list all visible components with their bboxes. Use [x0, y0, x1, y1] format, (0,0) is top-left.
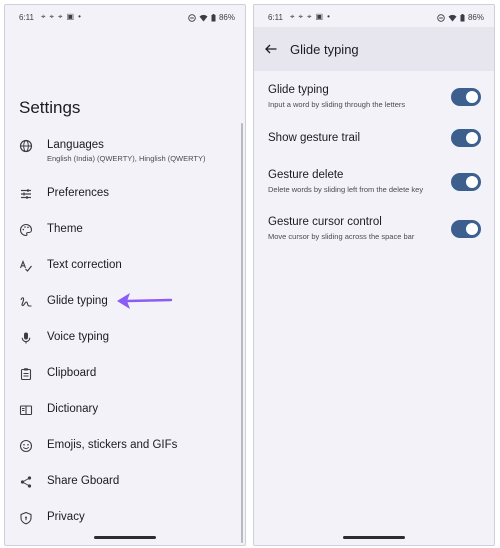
menu-item-theme[interactable]: Theme	[5, 215, 245, 245]
palette-icon	[19, 223, 33, 237]
notification-icon: •	[78, 12, 81, 21]
menu-item-label: Emojis, stickers and GIFs	[47, 439, 178, 451]
menu-item-preferences[interactable]: Preferences	[5, 179, 245, 209]
status-bar: 6:11 ⌖ ⌖ ⌖ ▣ • 86%	[254, 5, 494, 27]
app-bar: Glide typing	[254, 27, 494, 71]
sliders-icon	[19, 187, 33, 201]
gesture-cursor-toggle[interactable]	[451, 220, 481, 238]
menu-item-share-gboard[interactable]: Share Gboard	[5, 467, 245, 497]
pref-subtitle: Move cursor by sliding across the space …	[268, 232, 415, 241]
menu-item-label: Share Gboard	[47, 475, 120, 487]
menu-item-clipboard[interactable]: Clipboard	[5, 359, 245, 389]
status-right: 86%	[437, 13, 484, 22]
notification-icon: •	[327, 12, 330, 21]
menu-item-label: Dictionary	[47, 403, 99, 415]
gesture-icon	[19, 295, 33, 309]
menu-item-label: Voice typing	[47, 331, 110, 343]
wifi-icon	[448, 14, 457, 21]
menu-item-text-correction[interactable]: Text correction	[5, 251, 245, 281]
gesture-delete-toggle[interactable]	[451, 173, 481, 191]
gesture-trail-toggle[interactable]	[451, 129, 481, 147]
notification-icon: ▣	[66, 12, 75, 21]
menu-item-label: Text correction	[47, 259, 122, 271]
notification-icon: ⌖	[58, 12, 63, 21]
menu-item-emojis[interactable]: Emojis, stickers and GIFs	[5, 431, 245, 461]
status-time: 6:11	[19, 13, 34, 22]
menu-item-privacy[interactable]: Privacy	[5, 503, 245, 533]
globe-icon	[19, 139, 33, 153]
pref-title: Glide typing	[268, 84, 329, 96]
microphone-icon	[19, 331, 33, 345]
menu-item-sublabel: English (India) (QWERTY), Hinglish (QWER…	[47, 154, 206, 163]
notification-icon: ⌖	[49, 12, 55, 21]
menu-item-voice-typing[interactable]: Voice typing	[5, 323, 245, 353]
notification-icon: ▣	[315, 12, 324, 21]
dnd-icon	[188, 13, 196, 22]
book-icon	[19, 403, 33, 417]
status-time: 6:11	[268, 13, 283, 22]
back-arrow-icon[interactable]	[264, 42, 278, 56]
menu-item-label: Preferences	[47, 187, 110, 199]
notification-icon: ⌖	[41, 12, 46, 21]
dnd-icon	[437, 13, 445, 22]
shield-icon	[19, 511, 33, 525]
menu-item-label: Glide typing	[47, 295, 108, 307]
pref-subtitle: Input a word by sliding through the lett…	[268, 100, 406, 109]
menu-item-dictionary[interactable]: Dictionary	[5, 395, 245, 425]
pref-gesture-delete[interactable]: Gesture delete Delete words by sliding l…	[254, 169, 494, 209]
battery-icon	[460, 13, 465, 21]
battery-percent: 86%	[467, 13, 484, 22]
notification-icons: ⌖ ⌖ ⌖ ▣ •	[41, 12, 81, 21]
battery-percent: 86%	[218, 13, 235, 22]
menu-item-languages[interactable]: Languages English (India) (QWERTY), Hing…	[5, 131, 245, 163]
toggle-knob	[466, 91, 478, 103]
notification-icon: ⌖	[307, 12, 312, 21]
pref-show-gesture-trail[interactable]: Show gesture trail	[254, 129, 494, 172]
home-indicator[interactable]	[94, 536, 156, 539]
toggle-knob	[466, 132, 478, 144]
page-title: Glide typing	[290, 42, 359, 57]
page-title: Settings	[19, 98, 81, 117]
toggle-knob	[466, 223, 478, 235]
battery-icon	[211, 13, 216, 21]
share-icon	[19, 475, 33, 489]
pref-title: Gesture cursor control	[268, 216, 382, 228]
menu-item-label: Clipboard	[47, 367, 97, 379]
clipboard-icon	[19, 367, 33, 381]
pref-gesture-cursor-control[interactable]: Gesture cursor control Move cursor by sl…	[254, 216, 494, 256]
notification-icons: ⌖ ⌖ ⌖ ▣ •	[290, 12, 330, 21]
pref-title: Gesture delete	[268, 169, 344, 181]
emoji-icon	[19, 439, 33, 453]
glide-typing-toggle[interactable]	[451, 88, 481, 106]
toggle-knob	[466, 176, 478, 188]
notification-icon: ⌖	[298, 12, 304, 21]
notification-icon: ⌖	[290, 12, 295, 21]
menu-item-label: Theme	[47, 223, 83, 235]
pref-title: Show gesture trail	[268, 132, 361, 144]
menu-item-label: Languages	[47, 139, 104, 151]
pref-subtitle: Delete words by sliding left from the de…	[268, 185, 424, 194]
glide-typing-screen: 6:11 ⌖ ⌖ ⌖ ▣ • 86% Glide typing Glide ty…	[253, 4, 495, 546]
menu-item-label: Privacy	[47, 511, 85, 523]
home-indicator[interactable]	[343, 536, 405, 539]
status-bar: 6:11 ⌖ ⌖ ⌖ ▣ • 86%	[5, 5, 245, 27]
scrollbar[interactable]	[241, 123, 243, 543]
wifi-icon	[199, 14, 208, 21]
highlight-arrow	[117, 293, 173, 309]
pref-glide-typing[interactable]: Glide typing Input a word by sliding thr…	[254, 84, 494, 124]
spellcheck-icon	[19, 259, 33, 273]
settings-screen: 6:11 ⌖ ⌖ ⌖ ▣ • 86% Settings Languages En…	[4, 4, 246, 546]
status-right: 86%	[188, 13, 235, 22]
